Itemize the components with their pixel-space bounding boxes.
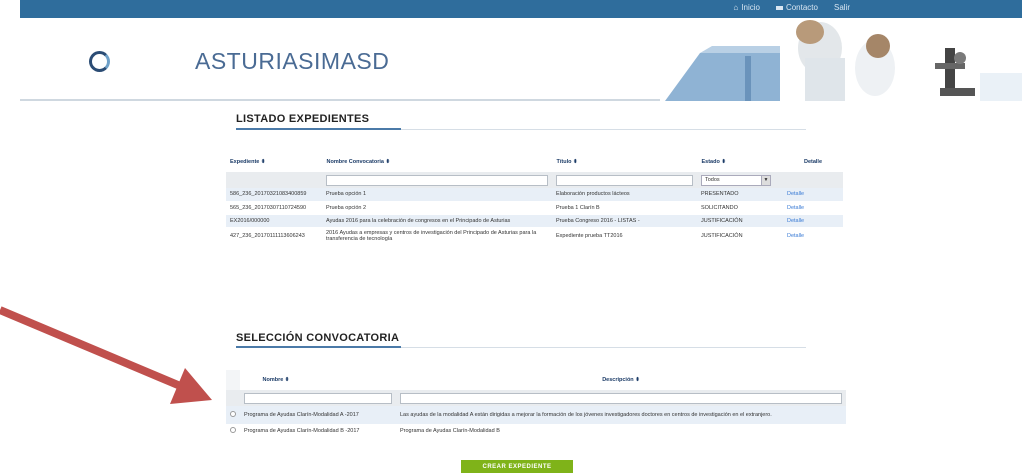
table-row: Programa de Ayudas Clarín-Modalidad A -2…	[226, 406, 846, 425]
convocatoria-filter-input[interactable]	[326, 174, 548, 186]
detalle-link[interactable]: Detalle	[787, 218, 804, 224]
logo-icon[interactable]	[89, 51, 110, 72]
table-row: 586_236_20170321083400859 Prueba opción …	[226, 188, 843, 202]
col-descripcion-header[interactable]: Descripción ⬍	[396, 370, 847, 390]
detalle-link[interactable]: Detalle	[787, 191, 804, 197]
table-row: Programa de Ayudas Clarín-Modalidad B -2…	[226, 424, 846, 438]
expedientes-divider-accent	[236, 128, 401, 130]
nav-logout-link[interactable]: Salir	[834, 3, 850, 12]
table-row: 427_236_20170111113606243 2016 Ayudas a …	[226, 227, 843, 246]
detalle-link[interactable]: Detalle	[787, 205, 804, 211]
col-detalle-header: Detalle	[783, 152, 844, 172]
convocatoria-divider-accent	[236, 346, 401, 348]
header: ASTURIASIMASD	[20, 18, 1022, 101]
col-convocatoria-header[interactable]: Nombre Convocatoria ⬍	[322, 152, 553, 172]
expedientes-table: Expediente ⬍ Nombre Convocatoria ⬍ Títul…	[226, 152, 844, 246]
col-titulo-header[interactable]: Título ⬍	[552, 152, 698, 172]
home-icon: ⌂	[733, 3, 739, 12]
banner-lab-image	[660, 18, 1022, 101]
convocatoria-header-row: Nombre ⬍ Descripción ⬍	[226, 370, 847, 390]
col-expediente-header[interactable]: Expediente ⬍	[226, 152, 323, 172]
convocatoria-table: Nombre ⬍ Descripción ⬍ Programa de Ayuda…	[226, 370, 847, 438]
titulo-filter-input[interactable]	[556, 174, 693, 186]
estado-filter-select[interactable]: Todos ▼	[701, 174, 771, 186]
expedientes-header-row: Expediente ⬍ Nombre Convocatoria ⬍ Títul…	[226, 152, 844, 172]
expedientes-section-title: LISTADO EXPEDIENTES	[236, 113, 370, 125]
envelope-icon	[775, 5, 783, 10]
top-nav: ⌂ Inicio Contacto Salir	[733, 3, 850, 12]
convocatoria-radio[interactable]	[230, 426, 236, 433]
dropdown-arrow-icon: ▼	[761, 175, 770, 185]
col-estado-header[interactable]: Estado ⬍	[697, 152, 784, 172]
descripcion-filter-input[interactable]	[400, 392, 842, 404]
col-nombre-header[interactable]: Nombre ⬍	[240, 370, 397, 390]
nav-contact-label: Contacto	[785, 3, 818, 12]
top-nav-bar: ⌂ Inicio Contacto Salir	[20, 0, 1022, 18]
page: ⌂ Inicio Contacto Salir ASTURIASIMASD LI…	[0, 0, 1023, 473]
convocatoria-filter-row	[226, 390, 846, 406]
table-row: EX2016/000000 Ayudas 2016 para la celebr…	[226, 214, 843, 228]
nav-logout-label: Salir	[833, 3, 850, 12]
annotation-arrow-icon	[0, 306, 212, 404]
nombre-filter-input[interactable]	[244, 392, 392, 404]
create-expediente-button[interactable]: CREAR EXPEDIENTE	[461, 460, 573, 473]
nav-home-link[interactable]: ⌂ Inicio	[733, 3, 760, 12]
nav-contact-link[interactable]: Contacto	[775, 3, 818, 12]
nav-home-label: Inicio	[741, 3, 760, 12]
expedientes-filter-row: Todos ▼	[226, 172, 843, 188]
convocatoria-radio[interactable]	[230, 410, 236, 417]
table-row: 565_236_20170307110724590 Prueba opción …	[226, 201, 843, 215]
detalle-link[interactable]: Detalle	[787, 233, 804, 239]
brand-title: ASTURIASIMASD	[195, 48, 390, 74]
convocatoria-section-title: SELECCIÓN CONVOCATORIA	[236, 332, 400, 344]
